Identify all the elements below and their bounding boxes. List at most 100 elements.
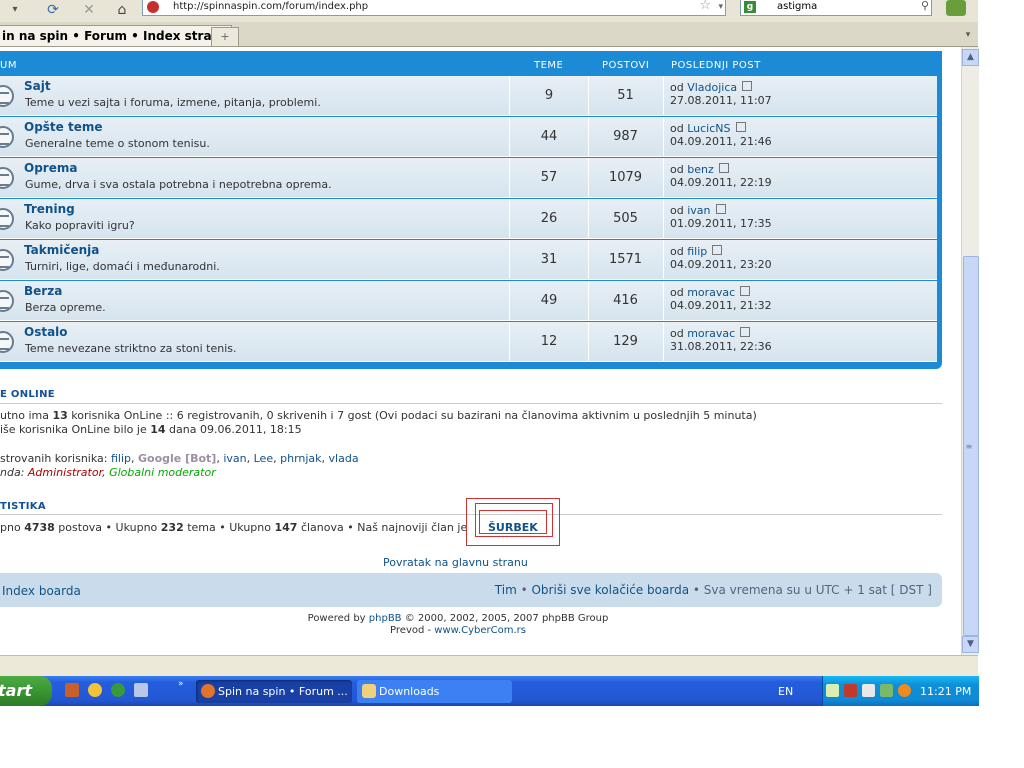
list-all-tabs-button[interactable]: ▾	[959, 25, 977, 45]
user-link[interactable]: vlada	[329, 452, 359, 465]
page-content: UM TEME POSTOVI POSLEDNJI POST Sajt Teme…	[0, 47, 960, 655]
last-post-user-link[interactable]: ivan	[687, 204, 710, 217]
quicklaunch-desktop-icon[interactable]	[134, 683, 148, 697]
view-latest-post-icon[interactable]	[712, 245, 723, 255]
view-latest-post-icon[interactable]	[742, 81, 753, 91]
search-engine-icon[interactable]: g	[744, 1, 756, 13]
last-post-user-link[interactable]: filip	[687, 245, 707, 258]
view-latest-post-icon[interactable]	[735, 122, 746, 132]
quicklaunch-app-icon[interactable]	[65, 683, 79, 697]
legend-global-moderator-link[interactable]: Globalni moderator	[109, 466, 216, 479]
header-last-post: POSLEDNJI POST	[671, 60, 761, 71]
quicklaunch-clock-icon[interactable]	[88, 683, 102, 697]
forum-title-link[interactable]: Sajt	[24, 79, 51, 93]
forum-read-icon	[0, 167, 14, 189]
site-identity-icon[interactable]	[147, 1, 159, 13]
tray-network-icon[interactable]	[862, 684, 875, 697]
forum-title-link[interactable]: Berza	[24, 284, 62, 298]
scroll-up-arrow-icon[interactable]: ▲	[962, 49, 979, 66]
user-link[interactable]: Lee	[254, 452, 273, 465]
total-members: 147	[274, 521, 298, 534]
forum-title-link[interactable]: Trening	[24, 202, 75, 216]
vertical-scrollbar[interactable]: ▲ ≡ ▼	[961, 47, 979, 655]
stats-text: pno	[0, 521, 25, 534]
address-bar[interactable]: http://spinnaspin.com/forum/index.php ☆ …	[142, 0, 726, 16]
bot-user-link[interactable]: Google [Bot]	[138, 452, 216, 465]
header-topics: TEME	[534, 60, 564, 71]
scroll-down-arrow-icon[interactable]: ▼	[962, 636, 979, 653]
forum-title-link[interactable]: Opšte teme	[24, 120, 103, 134]
legend-administrator-link[interactable]: Administrator	[28, 466, 102, 479]
phpbb-link[interactable]: phpBB	[369, 613, 402, 624]
forum-list-header: UM TEME POSTOVI POSLEDNJI POST	[0, 53, 940, 77]
new-tab-button[interactable]: +	[211, 27, 239, 47]
cybercom-link[interactable]: www.CyberCom.rs	[434, 625, 526, 636]
last-post-by: od	[670, 122, 684, 135]
forum-title-link[interactable]: Takmičenja	[24, 243, 99, 257]
last-post-user-link[interactable]: LucicNS	[687, 122, 730, 135]
search-input[interactable]: astigma	[777, 0, 817, 14]
language-indicator[interactable]: EN	[778, 685, 793, 698]
forum-title-link[interactable]: Ostalo	[24, 325, 68, 339]
tray-chat-icon[interactable]	[826, 684, 839, 697]
quicklaunch-more-button[interactable]: »	[178, 679, 184, 689]
start-button[interactable]: tart	[0, 676, 52, 706]
separator: •	[689, 583, 704, 597]
forum-description: Teme u vezi sajta i foruma, izmene, pita…	[25, 96, 321, 109]
last-post-date: 04.09.2011, 21:32	[670, 299, 772, 312]
posts-count: 505	[588, 199, 664, 239]
view-latest-post-icon[interactable]	[740, 327, 751, 337]
forum-row: Berza Berza opreme. 49 416 od moravac 04.…	[0, 281, 937, 321]
url-history-dropdown-icon[interactable]: ▾	[718, 0, 723, 14]
back-dropdown-icon[interactable]: ▾	[0, 1, 30, 19]
forum-description: Turniri, lige, domaći i međunarodni.	[25, 260, 220, 273]
registered-users-line: strovanih korisnika: filip, Google [Bot]…	[0, 452, 359, 465]
tray-security-icon[interactable]	[898, 684, 911, 697]
posts-count: 1079	[588, 158, 664, 198]
tray-update-icon[interactable]	[880, 684, 893, 697]
view-latest-post-icon[interactable]	[740, 286, 751, 296]
online-count: 13	[52, 409, 68, 422]
last-post-info: od Vladojica 27.08.2011, 11:07	[670, 81, 772, 107]
last-post-user-link[interactable]: moravac	[687, 286, 735, 299]
user-link[interactable]: ivan	[223, 452, 246, 465]
last-post-date: 01.09.2011, 17:35	[670, 217, 772, 230]
newest-member-link[interactable]: ŠURBEK	[488, 521, 538, 534]
task-label: Spin na spin • Forum ...	[218, 685, 348, 698]
stop-icon[interactable]: ✕	[78, 1, 100, 19]
last-post-date: 31.08.2011, 22:36	[670, 340, 772, 353]
last-post-user-link[interactable]: Vladojica	[687, 81, 737, 94]
quicklaunch-browser-icon[interactable]	[111, 683, 125, 697]
taskbar-downloads-window[interactable]: Downloads	[357, 680, 512, 703]
last-post-info: od ivan 01.09.2011, 17:35	[670, 204, 772, 230]
view-latest-post-icon[interactable]	[715, 204, 726, 214]
view-latest-post-icon[interactable]	[718, 163, 729, 173]
home-icon[interactable]: ⌂	[110, 1, 134, 19]
reload-icon[interactable]: ⟳	[42, 1, 64, 19]
statistics-line: pno 4738 postova • Ukupno 232 tema • Uku…	[0, 521, 467, 534]
user-link[interactable]: filip	[111, 452, 131, 465]
forum-read-icon	[0, 290, 14, 312]
last-post-info: od benz 04.09.2011, 22:19	[670, 163, 772, 189]
online-record-line: iše korisnika OnLine bilo je 14 dana 09.…	[0, 423, 302, 436]
stats-text: postova • Ukupno	[54, 521, 161, 534]
search-go-icon[interactable]: ⚲	[921, 0, 929, 13]
last-post-user-link[interactable]: benz	[687, 163, 714, 176]
team-link[interactable]: Tim	[495, 583, 517, 597]
back-to-main-link[interactable]: Povratak na glavnu stranu	[383, 556, 528, 569]
search-bar[interactable]: g astigma ⚲	[740, 0, 932, 16]
user-link[interactable]: phrnjak	[280, 452, 321, 465]
delete-cookies-link[interactable]: Obriši sve kolačiće boarda	[531, 583, 689, 597]
tab-forum-index[interactable]: in na spin • Forum • Index stranica	[0, 25, 232, 46]
taskbar-firefox-window[interactable]: Spin na spin • Forum ...	[196, 680, 352, 703]
board-index-link[interactable]: Index boarda	[2, 584, 81, 598]
tray-app-icon[interactable]	[844, 684, 857, 697]
last-post-user-link[interactable]: moravac	[687, 327, 735, 340]
bookmark-star-icon[interactable]: ☆	[699, 0, 711, 13]
forum-row: Oprema Gume, drva i sva ostala potrebna …	[0, 158, 937, 198]
forum-title-link[interactable]: Oprema	[24, 161, 77, 175]
forum-row: Opšte teme Generalne teme o stonom tenis…	[0, 117, 937, 157]
forum-read-icon	[0, 331, 14, 353]
taskbar-clock[interactable]: 11:21 PM	[920, 685, 971, 698]
addon-icon[interactable]	[946, 0, 966, 16]
